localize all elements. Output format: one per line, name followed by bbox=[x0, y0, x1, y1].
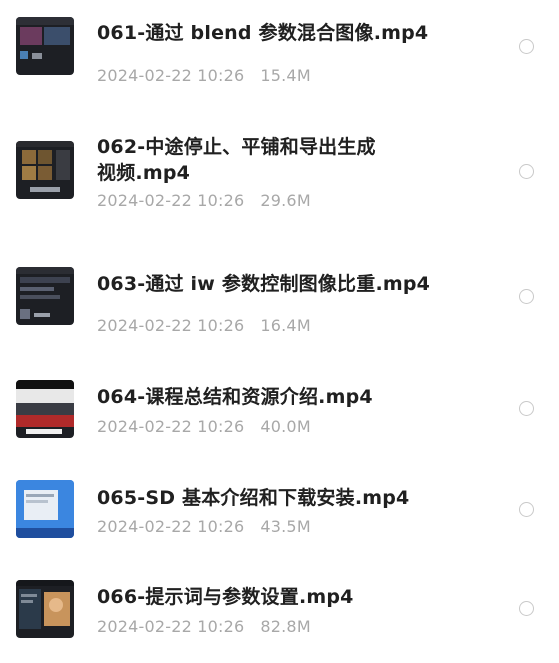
file-meta: 2024-02-22 10:26 29.6M bbox=[97, 191, 311, 210]
file-title: 064-课程总结和资源介绍.mp4 bbox=[97, 386, 373, 408]
file-date: 2024-02-22 10:26 bbox=[97, 316, 245, 335]
select-radio[interactable] bbox=[519, 601, 534, 616]
file-meta: 2024-02-22 10:26 40.0M bbox=[97, 417, 311, 436]
file-meta: 2024-02-22 10:26 43.5M bbox=[97, 517, 311, 536]
file-size: 15.4M bbox=[260, 66, 311, 85]
select-radio[interactable] bbox=[519, 164, 534, 179]
file-list: 061-通过 blend 参数混合图像.mp4 2024-02-22 10:26… bbox=[0, 0, 559, 663]
file-date: 2024-02-22 10:26 bbox=[97, 191, 245, 210]
file-size: 43.5M bbox=[260, 517, 311, 536]
video-thumbnail-icon bbox=[16, 580, 74, 638]
file-title-line2: 视频.mp4 bbox=[97, 162, 191, 184]
file-date: 2024-02-22 10:26 bbox=[97, 66, 245, 85]
select-radio[interactable] bbox=[519, 502, 534, 517]
file-size: 40.0M bbox=[260, 417, 311, 436]
file-size: 29.6M bbox=[260, 191, 311, 210]
file-title: 061-通过 blend 参数混合图像.mp4 bbox=[97, 22, 429, 44]
file-title: 063-通过 iw 参数控制图像比重.mp4 bbox=[97, 273, 431, 295]
file-meta: 2024-02-22 10:26 15.4M bbox=[97, 66, 311, 85]
file-title: 062-中途停止、平铺和导出生成 bbox=[97, 136, 376, 158]
video-thumbnail-icon bbox=[16, 17, 74, 75]
video-thumbnail-icon bbox=[16, 480, 74, 538]
video-thumbnail-icon bbox=[16, 267, 74, 325]
file-meta: 2024-02-22 10:26 82.8M bbox=[97, 617, 311, 636]
file-size: 82.8M bbox=[260, 617, 311, 636]
file-title: 065-SD 基本介绍和下载安装.mp4 bbox=[97, 487, 410, 509]
file-date: 2024-02-22 10:26 bbox=[97, 517, 245, 536]
file-date: 2024-02-22 10:26 bbox=[97, 617, 245, 636]
file-title: 066-提示词与参数设置.mp4 bbox=[97, 586, 354, 608]
select-radio[interactable] bbox=[519, 39, 534, 54]
file-size: 16.4M bbox=[260, 316, 311, 335]
select-radio[interactable] bbox=[519, 289, 534, 304]
video-thumbnail-icon bbox=[16, 141, 74, 199]
select-radio[interactable] bbox=[519, 401, 534, 416]
video-thumbnail-icon bbox=[16, 380, 74, 438]
file-date: 2024-02-22 10:26 bbox=[97, 417, 245, 436]
file-meta: 2024-02-22 10:26 16.4M bbox=[97, 316, 311, 335]
